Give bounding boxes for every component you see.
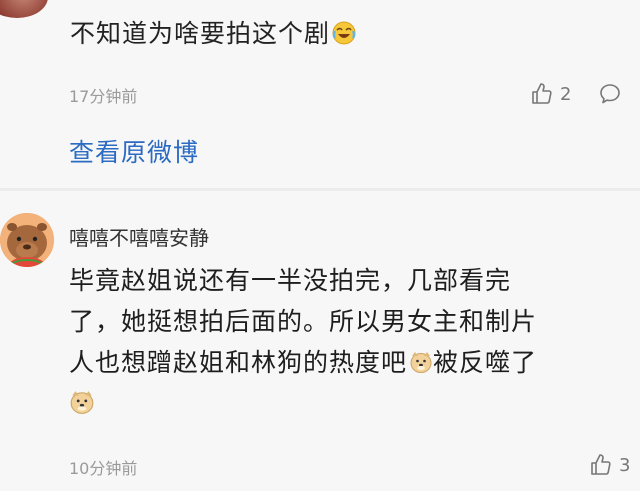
comment-text: 毕竟赵姐说还有一半没拍完，几部看完 了，她挺想拍后面的。所以男女主和制片 人也想…: [69, 260, 624, 424]
comment-line: 人也想蹭赵姐和林狗的热度吧 被反噬了: [69, 348, 538, 377]
comment-text: 不知道为啥要拍这个剧: [70, 14, 356, 50]
avatar[interactable]: [0, 213, 54, 267]
like-count: 3: [619, 454, 631, 476]
view-original-weibo-link[interactable]: 查看原微博: [69, 133, 199, 169]
like-button[interactable]: 2: [530, 82, 571, 106]
laugh-cry-emoji-icon: [332, 21, 356, 45]
doge-emoji-icon: [70, 391, 94, 414]
reply-comment-icon[interactable]: [598, 82, 622, 106]
like-button[interactable]: 3: [589, 453, 630, 477]
thumbs-up-icon: [532, 83, 552, 104]
comment-timestamp: 17分钟前: [69, 87, 138, 106]
like-count: 2: [560, 83, 572, 105]
comment-line: [69, 383, 624, 424]
thumbs-up-icon: [591, 454, 611, 475]
capybara-avatar-icon: [0, 213, 54, 267]
comment-timestamp: 10分钟前: [69, 459, 138, 478]
doge-emoji-icon: [410, 352, 432, 373]
comment-line: 毕竟赵姐说还有一半没拍完，几部看完: [69, 266, 512, 295]
comment-line: 了，她挺想拍后面的。所以男女主和制片: [69, 307, 538, 336]
comment-username[interactable]: 嘻嘻不嘻嘻安静: [69, 222, 209, 251]
